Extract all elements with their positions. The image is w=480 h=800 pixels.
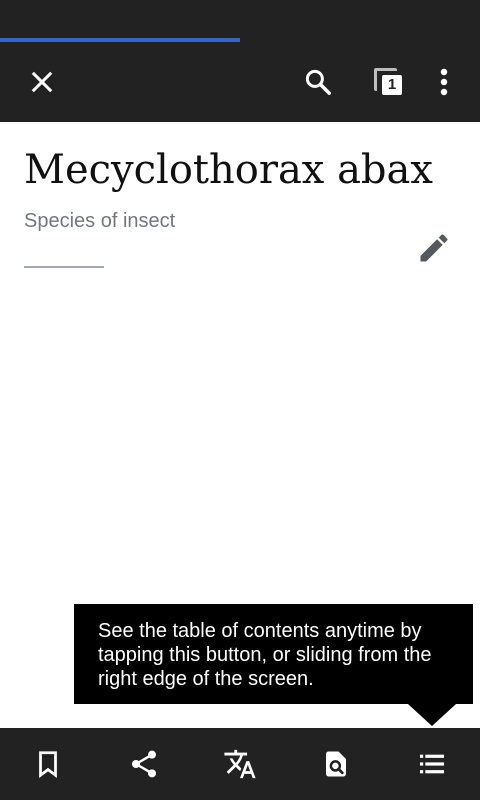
bottom-action-bar bbox=[0, 728, 480, 800]
tabs-icon: 1 bbox=[372, 66, 404, 98]
translate-icon bbox=[224, 749, 256, 779]
search-icon bbox=[305, 69, 331, 95]
close-button[interactable] bbox=[18, 58, 66, 106]
tooltip-arrow bbox=[408, 704, 456, 726]
table-of-contents-icon bbox=[420, 754, 444, 774]
top-toolbar: 1 bbox=[0, 42, 480, 122]
tabs-button[interactable]: 1 bbox=[364, 58, 412, 106]
edit-description-button[interactable] bbox=[410, 224, 458, 272]
pencil-icon bbox=[420, 234, 448, 262]
title-divider bbox=[24, 266, 104, 268]
find-in-page-button[interactable] bbox=[312, 740, 360, 788]
tab-count-badge: 1 bbox=[382, 75, 402, 95]
translate-button[interactable] bbox=[216, 740, 264, 788]
share-icon bbox=[132, 750, 156, 778]
bookmark-icon bbox=[39, 751, 57, 778]
overflow-menu-button[interactable] bbox=[420, 58, 468, 106]
article-description: Species of insect bbox=[24, 210, 176, 232]
close-icon bbox=[31, 71, 53, 93]
more-vert-icon bbox=[440, 68, 448, 96]
bookmark-button[interactable] bbox=[24, 740, 72, 788]
toc-tooltip[interactable]: See the table of contents anytime by tap… bbox=[74, 604, 473, 704]
search-button[interactable] bbox=[294, 58, 342, 106]
status-bar bbox=[0, 0, 480, 38]
table-of-contents-button[interactable] bbox=[408, 740, 456, 788]
page-title: Mecyclothorax abax bbox=[24, 147, 433, 193]
share-button[interactable] bbox=[120, 740, 168, 788]
find-in-page-icon bbox=[326, 751, 346, 777]
